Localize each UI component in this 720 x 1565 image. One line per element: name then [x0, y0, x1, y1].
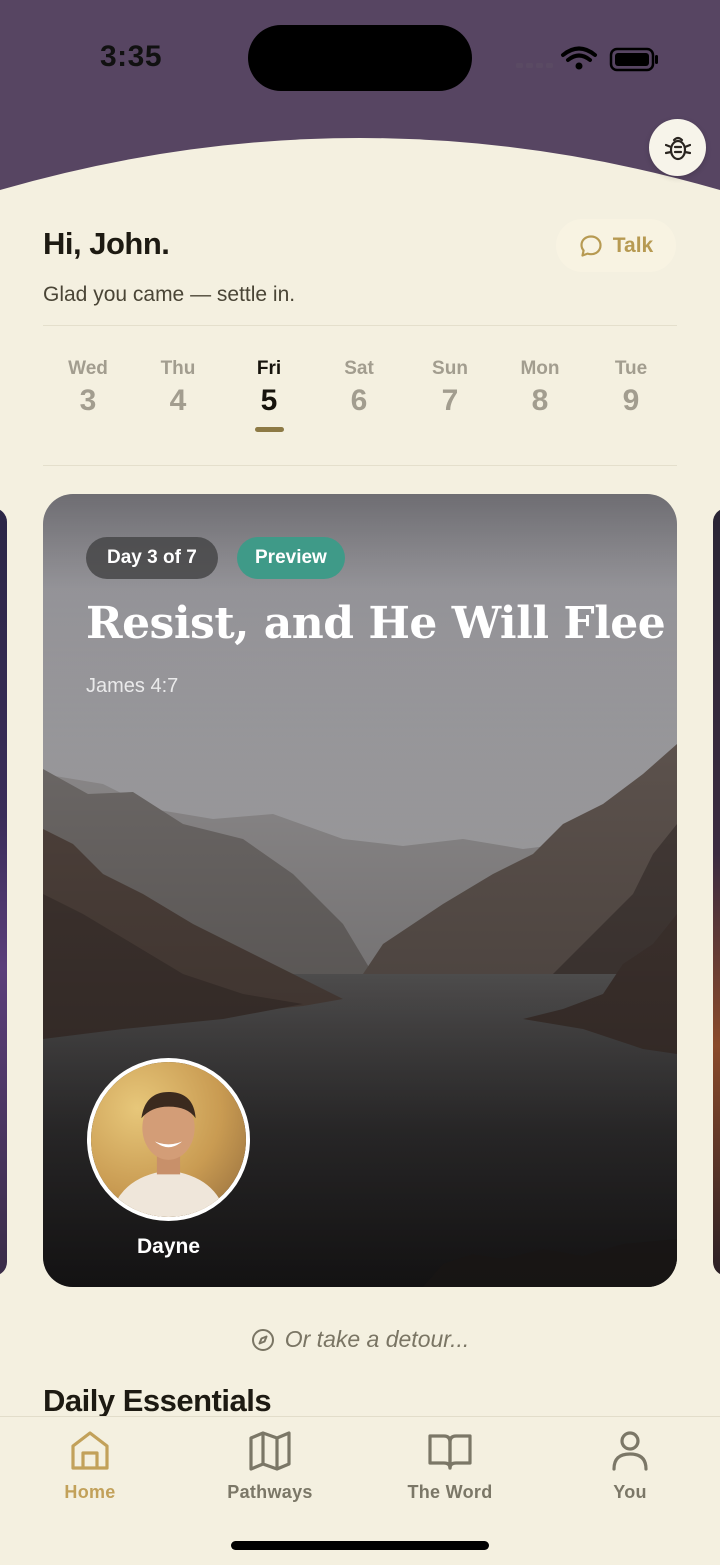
day-wed[interactable]: Wed 3 [48, 358, 128, 418]
day-sat[interactable]: Sat 6 [319, 358, 399, 418]
status-time: 3:35 [100, 40, 163, 73]
preview-badge: Preview [237, 537, 345, 579]
status-icons [516, 46, 658, 72]
tab-you[interactable]: You [560, 1428, 700, 1503]
detour-link[interactable]: Or take a detour... [0, 1326, 720, 1353]
avatar-photo [91, 1062, 246, 1217]
day-name: Thu [160, 358, 196, 379]
devotional-card[interactable]: Day 3 of 7 Preview Resist, and He Will F… [43, 494, 677, 1287]
home-indicator[interactable] [231, 1541, 489, 1550]
compass-icon [251, 1328, 274, 1351]
map-icon [249, 1431, 291, 1471]
previous-card-peek[interactable] [0, 508, 7, 1276]
debug-button[interactable] [649, 119, 706, 176]
divider [43, 465, 677, 466]
day-number: 6 [350, 384, 368, 417]
section-title: Daily Essentials [43, 1383, 272, 1418]
bug-icon [664, 136, 691, 160]
day-number: 5 [260, 384, 278, 417]
battery-icon [609, 47, 658, 72]
book-icon [428, 1434, 472, 1470]
divider [43, 325, 677, 326]
guide-name: Dayne [136, 1235, 201, 1258]
talk-button[interactable]: Talk [556, 219, 676, 272]
detour-label: Or take a detour... [284, 1326, 470, 1352]
day-name: Fri [256, 358, 282, 379]
tab-label: Pathways [227, 1482, 313, 1502]
day-tue[interactable]: Tue 9 [591, 358, 671, 418]
day-mon[interactable]: Mon 8 [500, 358, 580, 418]
day-name: Mon [520, 358, 560, 379]
home-icon [71, 1431, 109, 1470]
next-card-peek[interactable] [713, 508, 720, 1276]
dynamic-island [248, 25, 472, 91]
day-number: 9 [622, 384, 640, 417]
wifi-icon [561, 46, 597, 62]
signal-icon [516, 63, 553, 68]
scripture-reference: James 4:7 [86, 675, 179, 697]
tab-label: The Word [407, 1482, 493, 1502]
selected-day-indicator [255, 427, 284, 432]
tab-label: Home [64, 1482, 116, 1502]
person-icon [612, 1431, 648, 1471]
day-name: Wed [68, 358, 108, 379]
day-number: 4 [169, 384, 187, 417]
greeting-subtitle: Glad you came — settle in. [43, 283, 296, 306]
day-number: 8 [531, 384, 549, 417]
greeting-title: Hi, John. [43, 226, 170, 261]
day-name: Sun [432, 358, 468, 379]
day-thu[interactable]: Thu 4 [138, 358, 218, 418]
tab-label: You [613, 1482, 647, 1502]
day-name: Tue [614, 358, 648, 379]
day-number: 7 [441, 384, 459, 417]
tab-pathways[interactable]: Pathways [200, 1428, 340, 1503]
day-number: 3 [79, 384, 97, 417]
chat-bubble-icon [580, 234, 602, 257]
day-name: Sat [344, 358, 374, 379]
day-sun[interactable]: Sun 7 [410, 358, 490, 418]
tab-home[interactable]: Home [20, 1428, 160, 1503]
devotional-title: Resist, and He Will Flee [86, 598, 666, 649]
day-fri[interactable]: Fri 5 [229, 358, 309, 418]
guide-avatar[interactable] [87, 1058, 250, 1221]
talk-label: Talk [612, 233, 654, 257]
tab-the-word[interactable]: The Word [380, 1428, 520, 1503]
day-progress-badge: Day 3 of 7 [86, 537, 218, 579]
